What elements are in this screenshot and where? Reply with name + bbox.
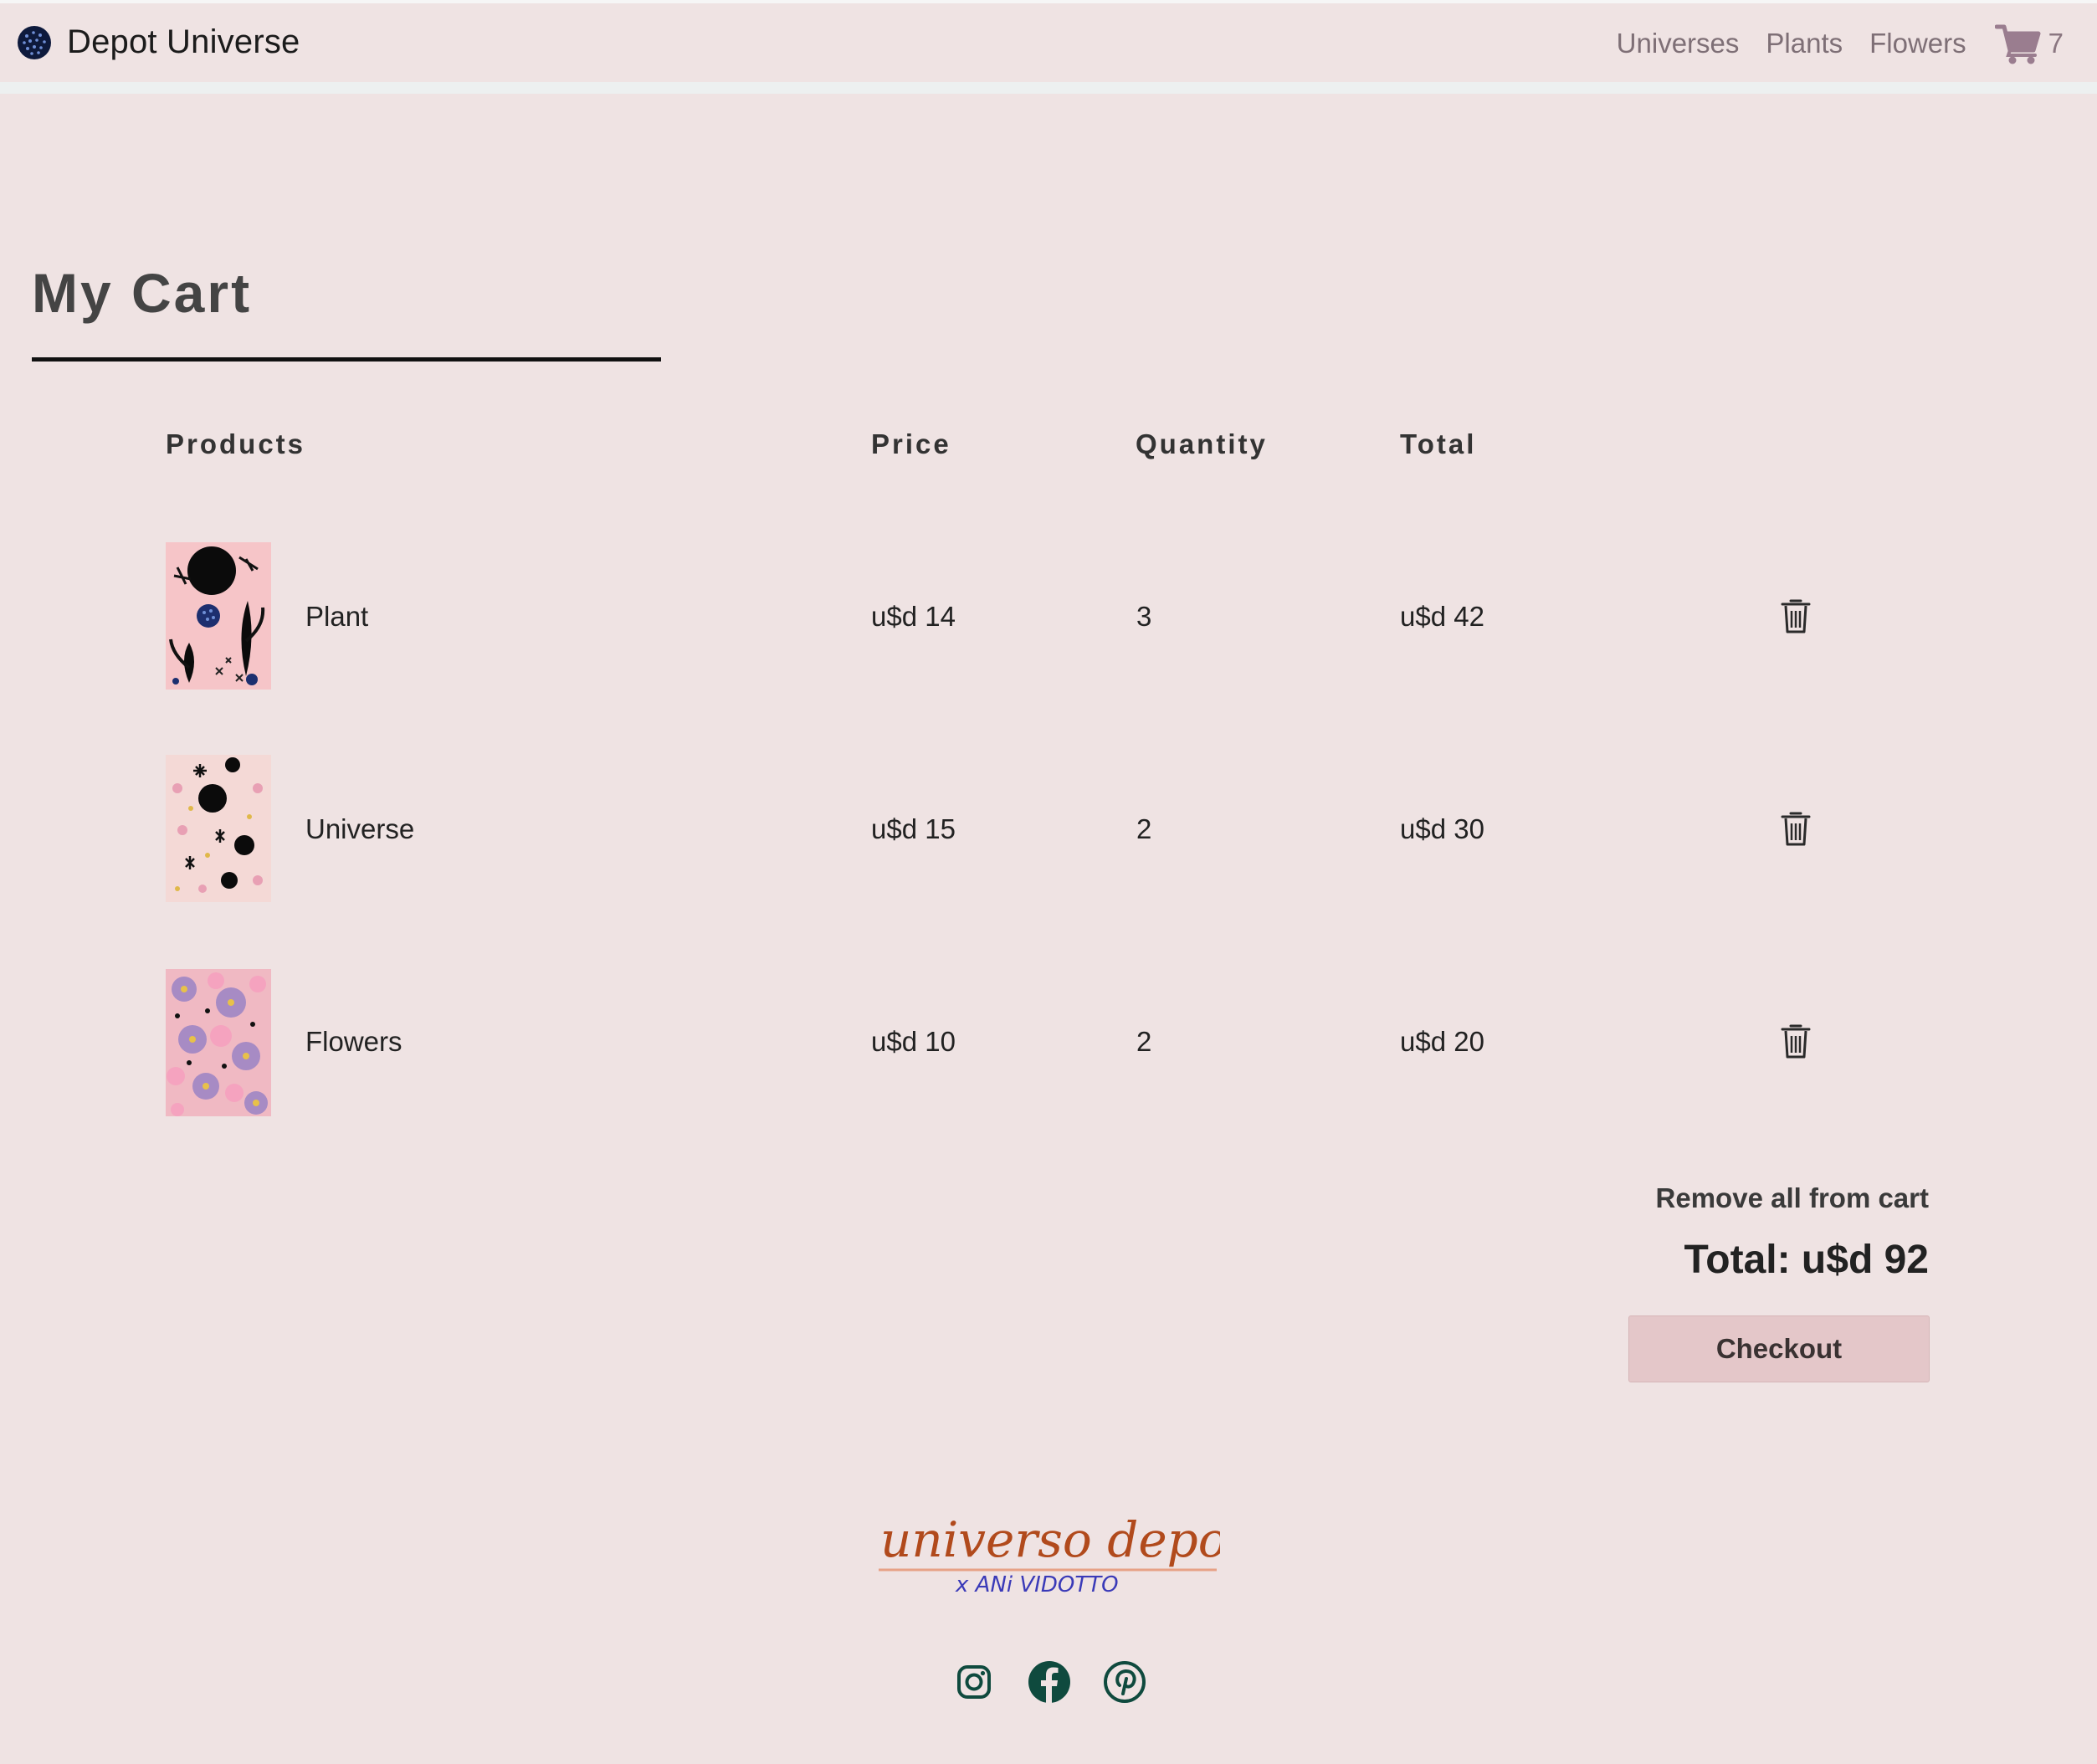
social-links	[952, 1660, 1146, 1704]
galaxy-logo-icon	[18, 25, 51, 59]
cart-link[interactable]: 7	[1994, 22, 2064, 65]
nav-link-universes[interactable]: Universes	[1617, 28, 1740, 59]
universe-pattern-thumbnail	[166, 755, 271, 902]
table-row: Plant u$d 14 3 u$d 42	[0, 541, 2097, 691]
universo-depot-logo: universo depot x ANi VIDOTTO	[879, 1511, 1220, 1597]
brand[interactable]: Depot Universe	[17, 23, 300, 61]
logo-wordmark: universo depot	[880, 1511, 1220, 1568]
column-header-price: Price	[871, 428, 951, 459]
cart-total: Total: u$d 92	[1684, 1238, 1929, 1282]
product-name: Universe	[305, 813, 415, 844]
product-name: Plant	[305, 601, 369, 632]
nav-link-flowers[interactable]: Flowers	[1869, 28, 1966, 59]
trash-icon[interactable]	[1781, 1023, 1811, 1059]
facebook-icon[interactable]	[1028, 1660, 1071, 1704]
brand-name: Depot Universe	[67, 23, 300, 60]
flowers-pattern-thumbnail	[166, 969, 271, 1116]
pinterest-icon[interactable]	[1103, 1660, 1146, 1704]
product-price: u$d 15	[871, 813, 956, 844]
product-price: u$d 10	[871, 1026, 956, 1057]
nav-link-plants[interactable]: Plants	[1766, 28, 1843, 59]
nav-links: Universes Plants Flowers 7	[1590, 22, 2064, 65]
column-header-products: Products	[166, 428, 306, 459]
title-underline	[32, 357, 661, 362]
column-header-total: Total	[1400, 428, 1477, 459]
trash-icon[interactable]	[1781, 810, 1811, 847]
checkout-button[interactable]: Checkout	[1628, 1315, 1930, 1382]
trash-icon[interactable]	[1781, 597, 1811, 634]
cart-count-badge: 7	[2048, 28, 2064, 59]
product-quantity: 2	[1136, 813, 1152, 844]
remove-all-button[interactable]: Remove all from cart	[1656, 1182, 1929, 1214]
product-price: u$d 14	[871, 601, 956, 632]
page-title: My Cart	[32, 262, 253, 324]
shopping-cart-icon	[1994, 24, 2041, 64]
product-name: Flowers	[305, 1026, 402, 1057]
table-row: Flowers u$d 10 2 u$d 20	[0, 966, 2097, 1116]
table-row: Universe u$d 15 2 u$d 30	[0, 753, 2097, 904]
logo-subtext: x ANi VIDOTTO	[955, 1572, 1119, 1597]
instagram-icon[interactable]	[952, 1660, 996, 1704]
navbar-divider	[0, 82, 2097, 94]
plant-pattern-thumbnail	[166, 542, 271, 690]
product-quantity: 2	[1136, 1026, 1152, 1057]
product-total: u$d 20	[1400, 1026, 1484, 1057]
product-total: u$d 30	[1400, 813, 1484, 844]
column-header-quantity: Quantity	[1136, 428, 1268, 459]
product-quantity: 3	[1136, 601, 1152, 632]
navbar: Depot Universe Universes Plants Flowers …	[0, 3, 2097, 82]
product-total: u$d 42	[1400, 601, 1484, 632]
